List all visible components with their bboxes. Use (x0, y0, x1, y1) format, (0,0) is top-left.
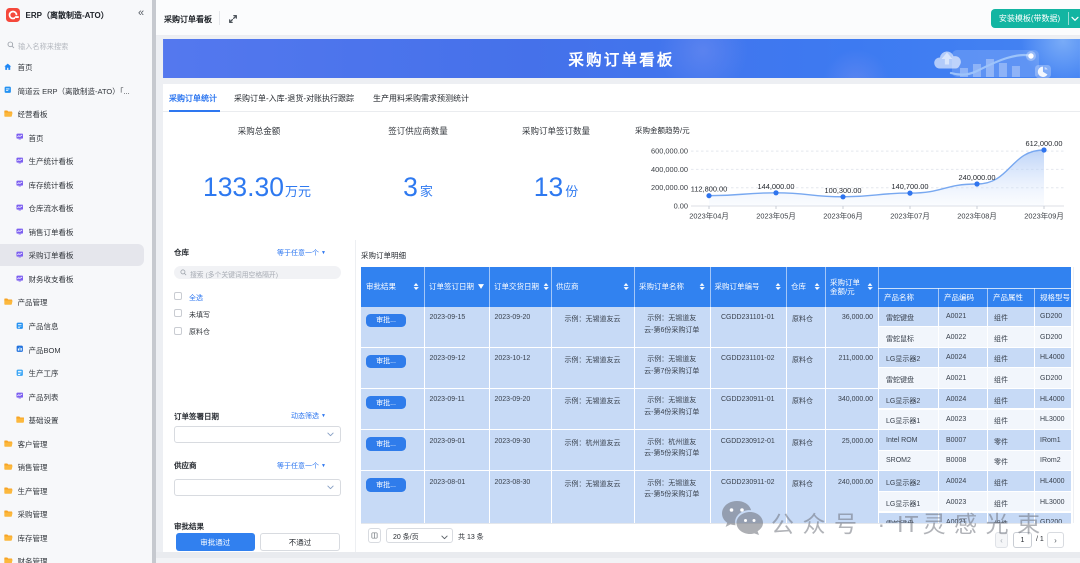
svg-text:240,000.00: 240,000.00 (959, 173, 996, 182)
svg-text:采购金额趋势/元: 采购金额趋势/元 (635, 125, 690, 135)
svg-text:200,000.00: 200,000.00 (651, 183, 688, 192)
svg-text:612,000.00: 612,000.00 (1026, 139, 1063, 148)
svg-text:2023年06月: 2023年06月 (823, 212, 862, 221)
svg-text:0.00: 0.00 (674, 202, 688, 211)
svg-text:2023年04月: 2023年04月 (689, 212, 728, 221)
svg-text:100,300.00: 100,300.00 (825, 186, 862, 195)
svg-text:2023年08月: 2023年08月 (957, 212, 996, 221)
svg-text:2023年09月: 2023年09月 (1024, 212, 1063, 221)
svg-text:400,000.00: 400,000.00 (651, 165, 688, 174)
svg-text:2023年07月: 2023年07月 (890, 212, 929, 221)
svg-text:600,000.00: 600,000.00 (651, 147, 688, 156)
svg-text:140,700.00: 140,700.00 (892, 182, 929, 191)
svg-text:2023年05月: 2023年05月 (756, 212, 795, 221)
svg-text:112,800.00: 112,800.00 (691, 185, 727, 194)
svg-text:144,000.00: 144,000.00 (758, 182, 795, 191)
